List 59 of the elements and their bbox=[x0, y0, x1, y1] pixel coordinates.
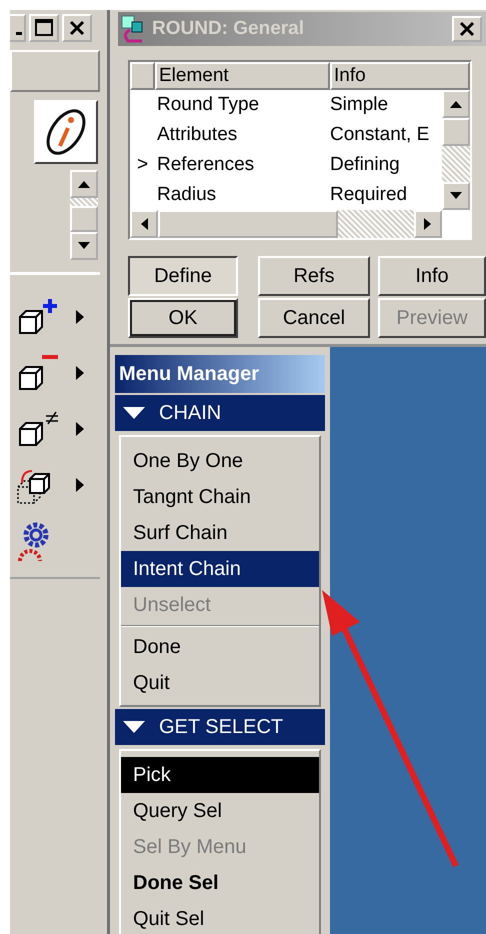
scrollbar-thumb[interactable] bbox=[442, 118, 470, 146]
down-arrow-icon bbox=[450, 192, 462, 200]
collapse-triangle-icon bbox=[123, 721, 145, 733]
section-header[interactable]: CHAIN bbox=[115, 395, 325, 431]
scrollbar[interactable] bbox=[442, 90, 470, 210]
table-cell: Constant, E bbox=[330, 124, 430, 145]
column-header[interactable]: Element bbox=[155, 62, 330, 90]
close-button[interactable] bbox=[62, 14, 92, 42]
minimize-icon bbox=[16, 32, 22, 35]
table-cell: Defining bbox=[330, 154, 400, 175]
table-cell: References bbox=[157, 154, 254, 175]
table-cell: Radius bbox=[157, 184, 216, 205]
dialog-button[interactable]: Info bbox=[378, 256, 486, 296]
dialog-button[interactable]: Refs bbox=[258, 256, 370, 296]
flyout-arrow-icon[interactable] bbox=[76, 366, 84, 380]
scrollbar-track[interactable] bbox=[70, 198, 98, 206]
scrollbar[interactable] bbox=[130, 210, 470, 238]
table-cell: Required bbox=[330, 184, 408, 205]
scrollbar-thumb[interactable] bbox=[158, 210, 338, 238]
table-cell: Simple bbox=[330, 94, 388, 115]
section-header[interactable]: GET SELECT bbox=[115, 709, 325, 745]
menu-manager-title: Menu Manager bbox=[115, 355, 325, 393]
close-icon bbox=[67, 18, 87, 38]
scrollbar[interactable] bbox=[70, 170, 98, 260]
right-arrow-icon bbox=[424, 218, 432, 230]
left-arrow-icon bbox=[140, 218, 148, 230]
table-cell: Attributes bbox=[157, 124, 238, 145]
info-button[interactable] bbox=[34, 100, 98, 164]
flyout-arrow-icon[interactable] bbox=[76, 478, 84, 492]
close-button[interactable] bbox=[452, 16, 482, 42]
up-arrow-icon bbox=[78, 180, 90, 188]
up-arrow-icon bbox=[450, 100, 462, 108]
column-header[interactable] bbox=[130, 62, 155, 90]
down-arrow-icon bbox=[78, 242, 90, 250]
menu-item[interactable]: Surf Chain bbox=[121, 515, 319, 551]
dialog-button[interactable]: Define bbox=[128, 256, 238, 296]
menu-item[interactable]: Intent Chain bbox=[121, 551, 319, 587]
maximize-icon bbox=[33, 18, 55, 38]
menu-item[interactable]: Done bbox=[121, 629, 319, 665]
menu-item[interactable]: One By One bbox=[121, 443, 319, 479]
dialog-title: ROUND: General bbox=[152, 18, 306, 40]
minimize-button[interactable] bbox=[10, 14, 26, 42]
collapse-triangle-icon bbox=[123, 407, 145, 419]
maximize-button[interactable] bbox=[29, 14, 59, 42]
menu-item[interactable]: Pick bbox=[121, 757, 319, 793]
dialog-button[interactable]: Cancel bbox=[258, 298, 370, 338]
table-cell: Round Type bbox=[157, 94, 260, 115]
menu-item[interactable]: Query Sel bbox=[121, 793, 319, 829]
menu-item[interactable]: Done Sel bbox=[121, 865, 319, 901]
row-marker: > bbox=[136, 154, 148, 175]
flyout-arrow-icon[interactable] bbox=[76, 310, 84, 324]
menu-item[interactable]: Tangnt Chain bbox=[121, 479, 319, 515]
column-header[interactable]: Info bbox=[330, 62, 470, 90]
close-icon bbox=[459, 21, 475, 37]
menu-item[interactable]: Quit Sel bbox=[121, 901, 319, 934]
menu-item[interactable]: Quit bbox=[121, 665, 319, 701]
flyout-arrow-icon[interactable] bbox=[76, 422, 84, 436]
scrollbar-thumb[interactable] bbox=[70, 206, 98, 232]
dialog-button[interactable]: OK bbox=[128, 298, 238, 338]
